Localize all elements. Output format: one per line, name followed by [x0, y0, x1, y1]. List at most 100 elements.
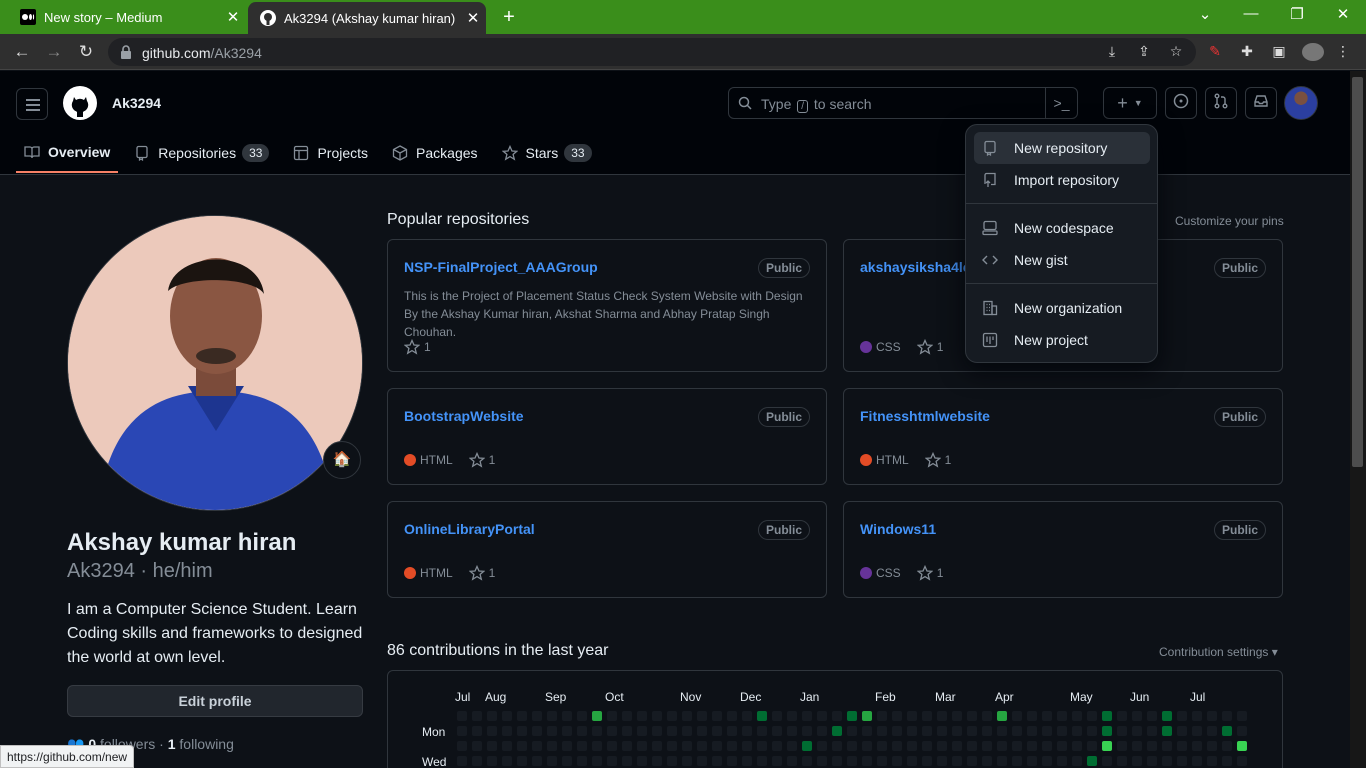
contribution-cell[interactable]	[742, 711, 752, 721]
repo-stars[interactable]: 1	[468, 452, 495, 468]
contribution-cell[interactable]	[817, 726, 827, 736]
contribution-cell[interactable]	[1012, 726, 1022, 736]
contribution-cell[interactable]	[1177, 756, 1187, 766]
contribution-cell[interactable]	[1102, 726, 1112, 736]
browser-tab-github[interactable]: Ak3294 (Akshay kumar hiran) ✕	[248, 2, 486, 34]
contribution-cell[interactable]	[1207, 756, 1217, 766]
contribution-cell[interactable]	[652, 741, 662, 751]
contribution-cell[interactable]	[802, 756, 812, 766]
contribution-cell[interactable]	[592, 726, 602, 736]
contribution-cell[interactable]	[1192, 756, 1202, 766]
contribution-cell[interactable]	[1102, 756, 1112, 766]
bookmark-star-icon[interactable]: ☆	[1167, 43, 1185, 61]
close-icon[interactable]: ✕	[220, 8, 246, 26]
contribution-cell[interactable]	[922, 726, 932, 736]
tab-packages[interactable]: Packages	[384, 133, 485, 173]
contribution-cell[interactable]	[742, 756, 752, 766]
contribution-cell[interactable]	[877, 726, 887, 736]
contribution-cell[interactable]	[697, 711, 707, 721]
menu-item-new-gist[interactable]: New gist	[974, 244, 1150, 276]
contribution-cell[interactable]	[1042, 711, 1052, 721]
menu-item-new-codespace[interactable]: New codespace	[974, 212, 1150, 244]
contribution-cell[interactable]	[502, 726, 512, 736]
contribution-cell[interactable]	[667, 741, 677, 751]
contribution-cell[interactable]	[622, 711, 632, 721]
contribution-cell[interactable]	[832, 726, 842, 736]
contribution-cell[interactable]	[1072, 726, 1082, 736]
contribution-cell[interactable]	[607, 756, 617, 766]
profile-avatar-icon[interactable]	[1302, 43, 1324, 61]
contribution-cell[interactable]	[982, 741, 992, 751]
contribution-cell[interactable]	[757, 741, 767, 751]
contribution-cell[interactable]	[817, 741, 827, 751]
contribution-cell[interactable]	[517, 741, 527, 751]
close-icon[interactable]: ✕	[460, 9, 486, 27]
contribution-cell[interactable]	[922, 741, 932, 751]
contribution-cell[interactable]	[562, 726, 572, 736]
contribution-cell[interactable]	[892, 711, 902, 721]
contribution-cell[interactable]	[532, 756, 542, 766]
contribution-cell[interactable]	[1132, 741, 1142, 751]
repo-stars[interactable]: 1	[916, 565, 943, 581]
contribution-cell[interactable]	[922, 756, 932, 766]
contribution-cell[interactable]	[532, 726, 542, 736]
contribution-cell[interactable]	[667, 711, 677, 721]
contribution-cell[interactable]	[1237, 756, 1247, 766]
contribution-cell[interactable]	[967, 726, 977, 736]
scrollbar-thumb[interactable]	[1352, 77, 1363, 467]
contribution-cell[interactable]	[1012, 756, 1022, 766]
github-logo-icon[interactable]	[63, 86, 97, 120]
contribution-cell[interactable]	[772, 711, 782, 721]
repo-stars[interactable]: 1	[468, 565, 495, 581]
contribution-cell[interactable]	[1147, 756, 1157, 766]
contribution-cell[interactable]	[1012, 711, 1022, 721]
repo-stars[interactable]: 1	[404, 339, 431, 355]
contribution-cell[interactable]	[757, 726, 767, 736]
repo-name-link[interactable]: NSP-FinalProject_AAAGroup	[404, 259, 598, 275]
contribution-cell[interactable]	[1117, 711, 1127, 721]
contribution-cell[interactable]	[517, 726, 527, 736]
contribution-cell[interactable]	[562, 711, 572, 721]
repo-name-link[interactable]: OnlineLibraryPortal	[404, 521, 535, 537]
contribution-cell[interactable]	[712, 756, 722, 766]
contribution-cell[interactable]	[742, 741, 752, 751]
contribution-cell[interactable]	[952, 741, 962, 751]
contribution-cell[interactable]	[772, 756, 782, 766]
status-emoji-button[interactable]: 🏠	[323, 441, 361, 479]
contribution-cell[interactable]	[607, 726, 617, 736]
contribution-cell[interactable]	[1177, 726, 1187, 736]
contribution-cell[interactable]	[997, 756, 1007, 766]
following-count[interactable]: 1	[168, 736, 176, 752]
contribution-cell[interactable]	[562, 741, 572, 751]
contribution-cell[interactable]	[682, 711, 692, 721]
contribution-cell[interactable]	[1222, 726, 1232, 736]
contribution-cell[interactable]	[472, 711, 482, 721]
extensions-puzzle-icon[interactable]: ✚	[1238, 43, 1256, 61]
contribution-cell[interactable]	[952, 726, 962, 736]
following-label[interactable]: following	[179, 736, 233, 752]
inbox-button[interactable]	[1245, 87, 1277, 119]
contribution-cell[interactable]	[457, 756, 467, 766]
contribution-cell[interactable]	[907, 711, 917, 721]
browser-tab-medium[interactable]: New story – Medium ✕	[8, 0, 246, 34]
contribution-cell[interactable]	[937, 711, 947, 721]
contribution-cell[interactable]	[967, 741, 977, 751]
contribution-cell[interactable]	[532, 711, 542, 721]
contribution-cell[interactable]	[907, 726, 917, 736]
contribution-cell[interactable]	[757, 756, 767, 766]
menu-item-new-project[interactable]: New project	[974, 324, 1150, 356]
contribution-cell[interactable]	[682, 726, 692, 736]
contribution-cell[interactable]	[1192, 726, 1202, 736]
window-close-icon[interactable]: ✕	[1320, 5, 1366, 23]
contribution-cell[interactable]	[1117, 741, 1127, 751]
contribution-cell[interactable]	[487, 726, 497, 736]
contribution-cell[interactable]	[517, 756, 527, 766]
contribution-cell[interactable]	[1147, 726, 1157, 736]
contribution-cell[interactable]	[637, 756, 647, 766]
repo-name-link[interactable]: akshaysiksha4lea	[860, 259, 978, 275]
issues-button[interactable]	[1165, 87, 1197, 119]
contribution-cell[interactable]	[622, 756, 632, 766]
contribution-cell[interactable]	[592, 741, 602, 751]
contribution-cell[interactable]	[577, 726, 587, 736]
contribution-cell[interactable]	[1117, 756, 1127, 766]
